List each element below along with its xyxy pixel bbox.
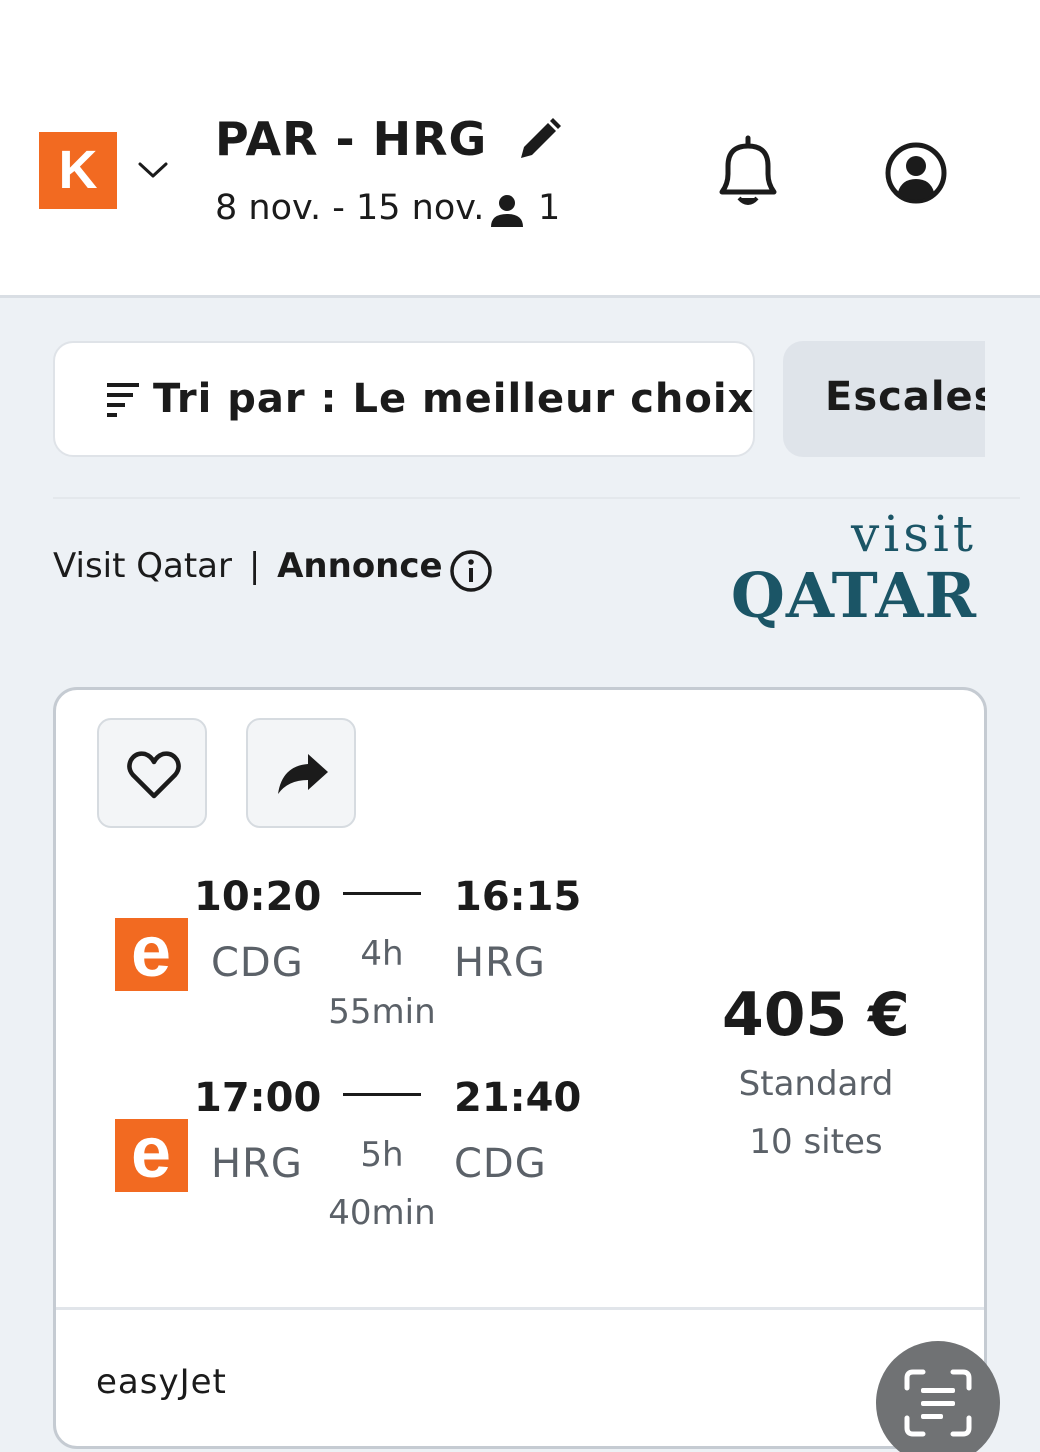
ad-label: Annonce: [277, 546, 443, 586]
ad-sponsor: Visit Qatar: [53, 546, 232, 586]
info-icon[interactable]: [449, 549, 493, 593]
heart-icon: [127, 751, 181, 799]
kayak-logo[interactable]: K: [39, 132, 117, 209]
ad-banner-text: Visit Qatar | Annonce: [53, 546, 443, 586]
qatar-logo-bottom: QATAR: [730, 559, 977, 632]
origin-code: CDG: [211, 940, 304, 986]
arrival-time: 16:15: [454, 874, 582, 920]
svg-text:e: e: [131, 1119, 171, 1192]
favorite-button[interactable]: [97, 718, 207, 828]
sort-button[interactable]: Tri par : Le meilleur choix: [53, 341, 755, 457]
fare-type: Standard: [738, 1064, 894, 1104]
svg-text:e: e: [131, 918, 171, 991]
travel-dates[interactable]: 8 nov. - 15 nov.: [215, 188, 484, 228]
duration-minutes: 55min: [328, 992, 436, 1032]
ad-separator: |: [248, 546, 261, 586]
card-footer: easyJet: [56, 1307, 984, 1446]
flight-duration: 5h 40min: [324, 1126, 440, 1242]
person-icon: [491, 195, 523, 227]
destination-code: CDG: [454, 1141, 547, 1187]
account-icon[interactable]: [884, 141, 948, 205]
visit-qatar-logo[interactable]: visit QATAR: [731, 505, 985, 635]
app-header: K PAR - HRG 8 nov. - 15 nov. 1: [0, 0, 1040, 298]
share-button[interactable]: [246, 718, 356, 828]
passenger-count[interactable]: 1: [538, 188, 560, 228]
share-arrow-icon: [278, 754, 328, 794]
route-title[interactable]: PAR - HRG: [215, 112, 487, 166]
easyjet-logo: e: [115, 1113, 188, 1193]
flight-result-card[interactable]: e 10:20 16:15 CDG HRG 4h 55min e 17:00 2…: [53, 687, 987, 1449]
destination-code: HRG: [454, 940, 546, 986]
site-count: 10 sites: [749, 1122, 883, 1162]
price: 405 €: [722, 980, 910, 1050]
scan-icon: [904, 1369, 972, 1437]
origin-code: HRG: [211, 1141, 303, 1187]
chevron-down-icon[interactable]: [136, 158, 170, 182]
pencil-icon[interactable]: [515, 116, 563, 164]
stops-filter-label: Escales: [825, 374, 985, 420]
duration-minutes: 40min: [328, 1193, 436, 1233]
airline-name: easyJet: [96, 1362, 227, 1402]
divider: [53, 497, 1020, 499]
bell-icon[interactable]: [708, 132, 788, 212]
qatar-logo-top: visit: [851, 505, 977, 563]
return-leg: e 17:00 21:40 HRG CDG 5h 40min: [56, 1071, 656, 1241]
flight-duration: 4h 55min: [324, 925, 440, 1041]
arrival-time: 21:40: [454, 1075, 582, 1121]
stops-filter-button[interactable]: Escales: [783, 341, 985, 457]
duration-hours: 4h: [360, 934, 404, 974]
easyjet-logo: e: [115, 912, 188, 992]
sort-icon: [107, 383, 139, 417]
flight-line: [343, 1093, 421, 1096]
outbound-leg: e 10:20 16:15 CDG HRG 4h 55min: [56, 870, 656, 1040]
duration-hours: 5h: [360, 1135, 404, 1175]
flight-line: [343, 892, 421, 895]
sort-label: Tri par : Le meilleur choix: [153, 376, 755, 422]
departure-time: 10:20: [194, 874, 322, 920]
departure-time: 17:00: [194, 1075, 322, 1121]
